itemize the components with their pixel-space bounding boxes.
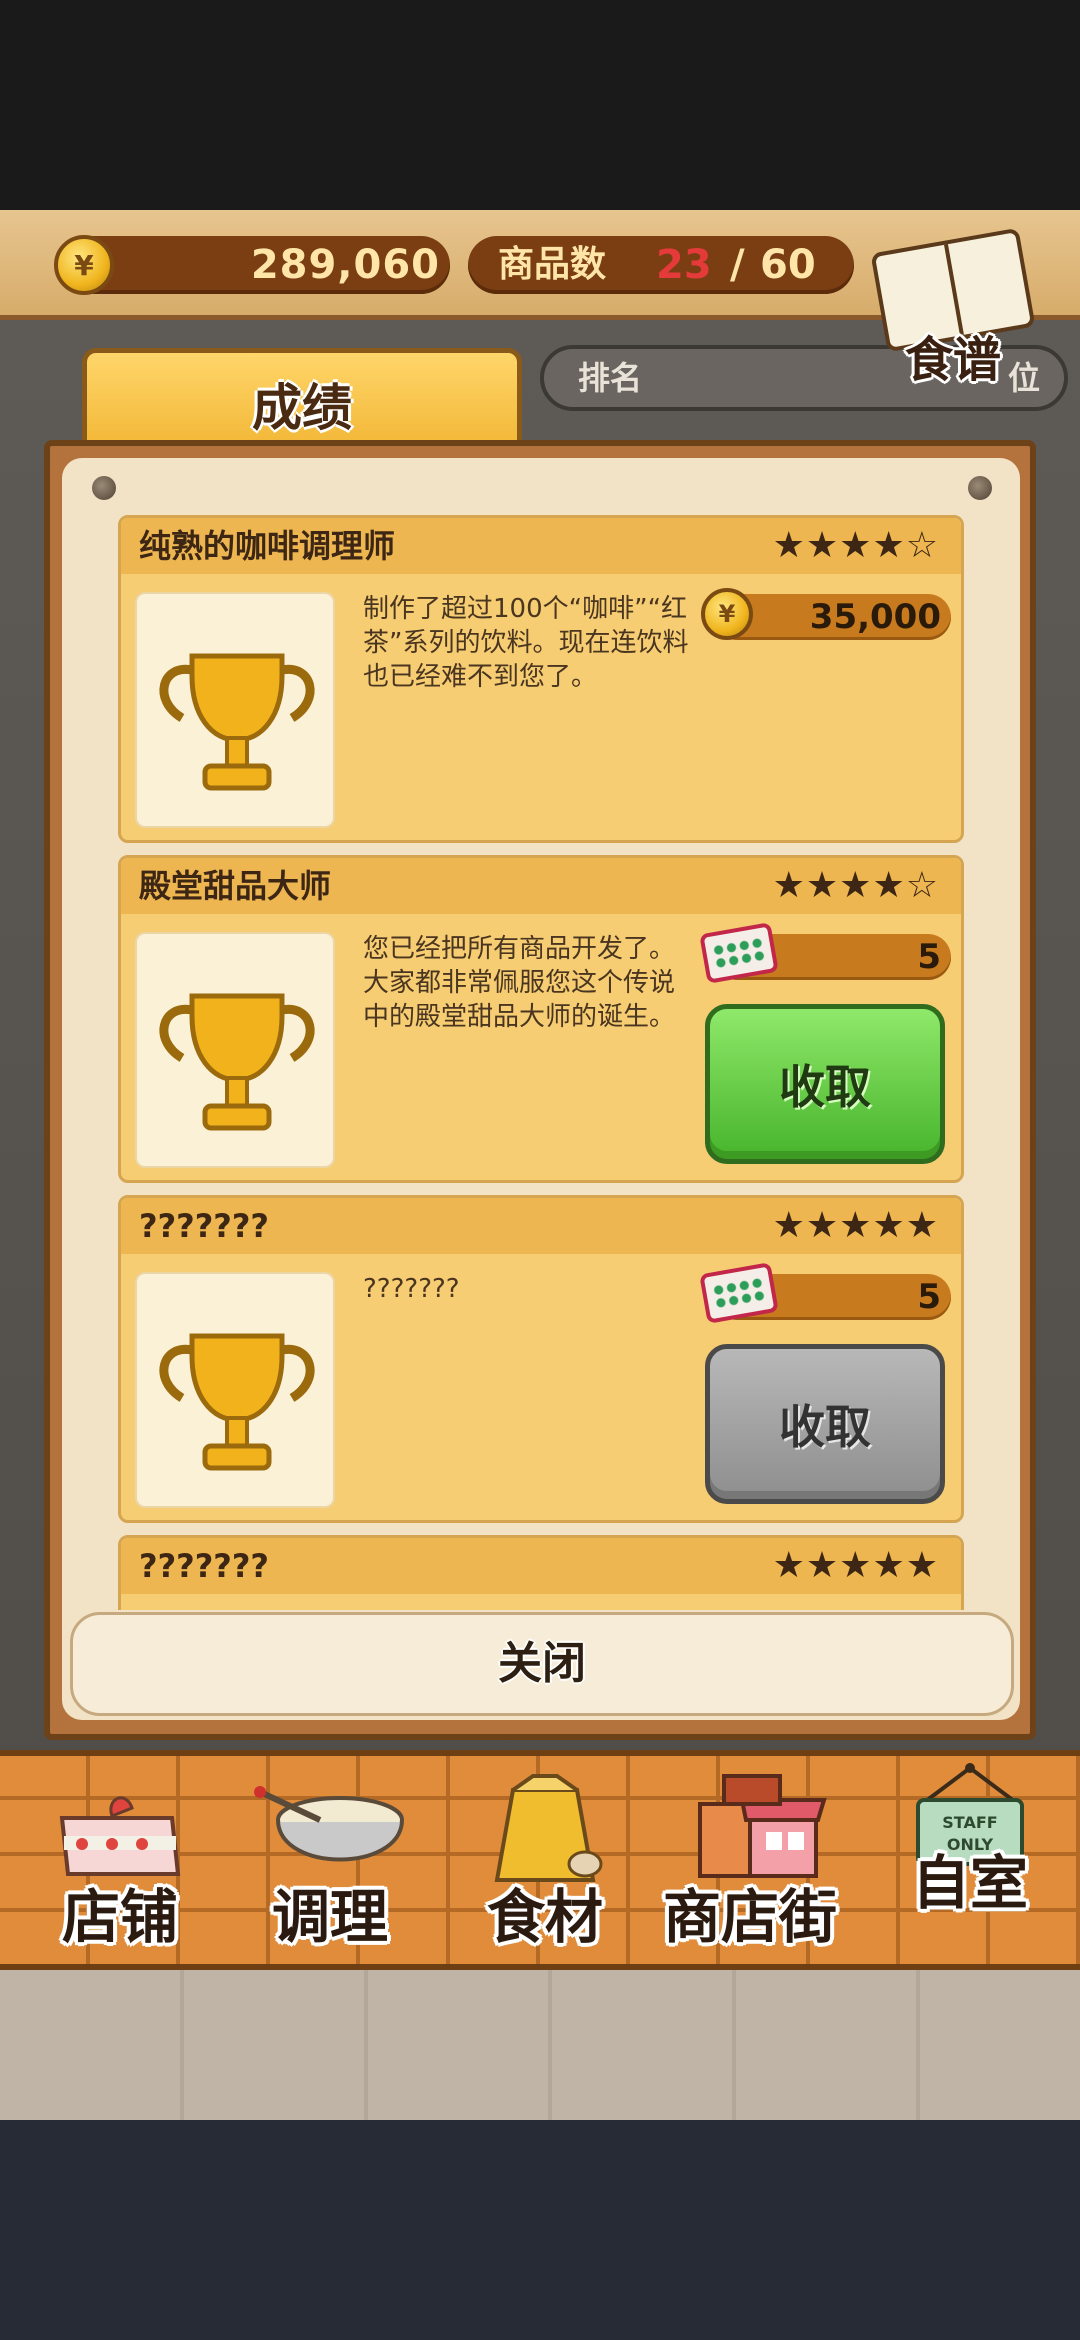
achievement-thumbnail	[135, 592, 335, 828]
pin-icon	[968, 476, 992, 500]
bottom-letterbox	[0, 2120, 1080, 2340]
trophy-icon	[159, 993, 315, 1131]
trophy-icon	[159, 653, 315, 791]
achievement-description: 制作了超过100个“咖啡”“红茶”系列的饮料。现在连饮料也已经难不到您了。	[363, 594, 689, 692]
achievement-stars: ★★★★★	[772, 1205, 939, 1246]
coin-icon: ¥	[54, 235, 114, 295]
nav-cooking-label: 调理	[271, 1883, 388, 1951]
trophy-icon	[159, 1333, 315, 1471]
nav-my-room-label: 自室	[911, 1849, 1028, 1917]
goods-separator: /	[730, 242, 745, 288]
recipe-button[interactable]: 食谱	[868, 220, 1044, 390]
achievement-card: ??????? ★★★★★	[118, 1535, 964, 1610]
nav-ingredients[interactable]: 食材	[455, 1760, 635, 1960]
nav-shopping-street-label: 商店街	[662, 1883, 837, 1951]
reward-value: 35,000	[809, 597, 941, 637]
achievement-stars: ★★★★★	[772, 1545, 939, 1586]
nav-shop-label: 店铺	[61, 1883, 178, 1951]
recipe-label: 食谱	[904, 332, 1001, 388]
close-button-label: 关闭	[498, 1638, 586, 1689]
top-letterbox	[0, 0, 1080, 210]
achievement-title: ???????	[139, 1547, 269, 1585]
coin-icon: ¥	[701, 588, 753, 640]
achievement-description: 您已经把所有商品开发了。大家都非常佩服您这个传说中的殿堂甜品大师的诞生。	[363, 934, 676, 1032]
goods-max: 60	[760, 242, 816, 288]
money-amount: 289,060	[250, 242, 440, 288]
rank-label: 排名	[578, 359, 643, 397]
svg-text:STAFF: STAFF	[942, 1813, 997, 1832]
achievement-card: ??????? ★★★★★ ??????? 5 收取	[118, 1195, 964, 1523]
reward-value: 5	[917, 937, 941, 977]
achievement-list[interactable]: 纯熟的咖啡调理师 ★★★★☆ 制作了超过100个“咖啡”“红茶”系列的饮料。现在…	[118, 515, 964, 1610]
nav-shop[interactable]: 店铺	[30, 1760, 210, 1960]
achievement-card: 纯熟的咖啡调理师 ★★★★☆ 制作了超过100个“咖啡”“红茶”系列的饮料。现在…	[118, 515, 964, 843]
achievement-thumbnail	[135, 1272, 335, 1508]
goods-count: 23	[656, 242, 712, 288]
nav-ingredients-label: 食材	[486, 1883, 603, 1951]
claim-button-disabled[interactable]: 收取	[705, 1344, 945, 1504]
achievement-title: 纯熟的咖啡调理师	[139, 527, 396, 565]
achievement-description: ???????	[363, 1274, 460, 1304]
reward-value: 5	[917, 1277, 941, 1317]
nav-my-room[interactable]: STAFF ONLY 自室	[880, 1760, 1060, 1960]
goods-label: 商品数	[498, 244, 607, 285]
tab-achievements-label: 成绩	[252, 379, 352, 437]
achievement-title: 殿堂甜品大师	[139, 867, 332, 905]
achievement-card-header: 纯熟的咖啡调理师 ★★★★☆	[121, 518, 961, 574]
pin-icon	[92, 476, 116, 500]
achievement-thumbnail	[135, 932, 335, 1168]
achievement-card-header: 殿堂甜品大师 ★★★★☆	[121, 858, 961, 914]
achievement-title: ???????	[139, 1207, 269, 1245]
nav-shopping-street[interactable]: 商店街	[640, 1760, 860, 1960]
achievement-stars: ★★★★☆	[772, 865, 939, 906]
achievement-card-header: ??????? ★★★★★	[121, 1198, 961, 1254]
achievement-card-header: ??????? ★★★★★	[121, 1538, 961, 1594]
achievement-card: 殿堂甜品大师 ★★★★☆ 您已经把所有商品开发了。大家都非常佩服您这个传说中的殿…	[118, 855, 964, 1183]
shop-street-icon	[698, 1774, 827, 1878]
achievement-stars: ★★★★☆	[772, 525, 939, 566]
nav-cooking[interactable]: 调理	[240, 1760, 420, 1960]
claim-button[interactable]: 收取	[705, 1004, 945, 1164]
